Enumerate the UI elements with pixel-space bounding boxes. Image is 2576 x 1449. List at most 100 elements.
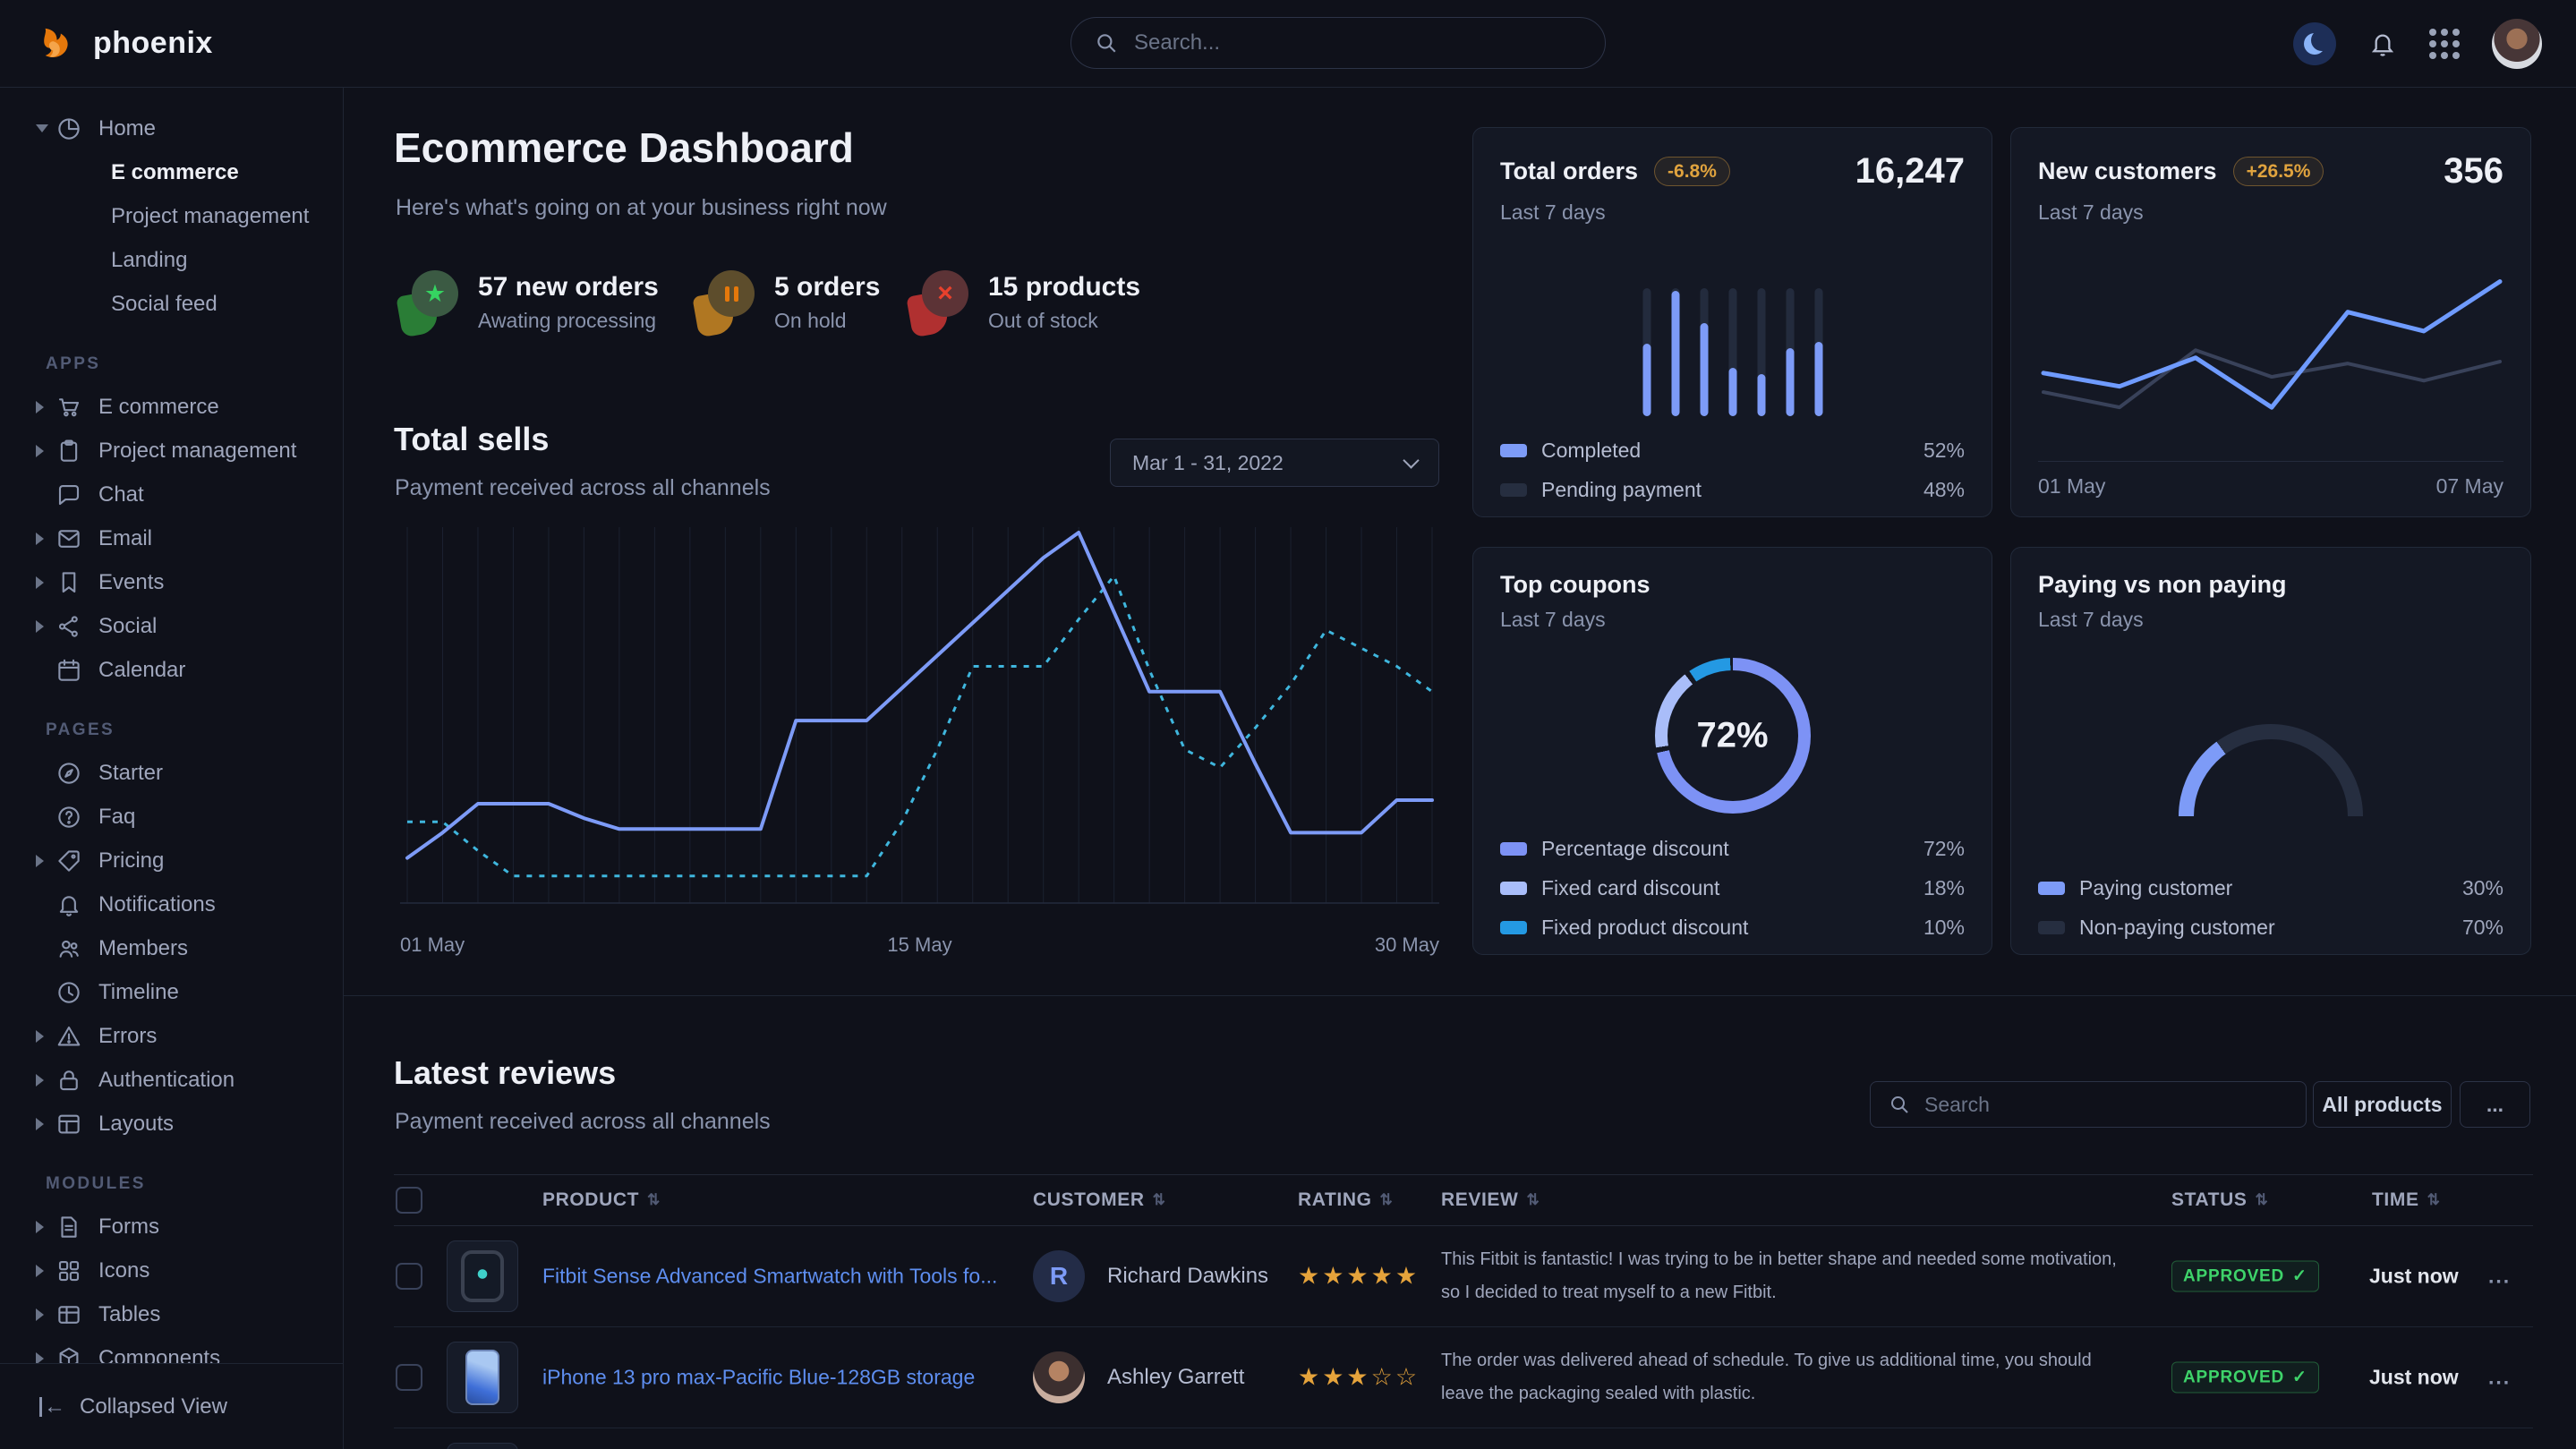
more-options-button[interactable]: ... — [2460, 1081, 2530, 1128]
sidebar-subitem-landing[interactable]: Landing — [0, 238, 343, 282]
brand[interactable]: phoenix — [38, 0, 213, 87]
customer-avatar[interactable] — [1033, 1351, 1085, 1403]
top-coupons-card: Top coupons Last 7 days 72% Percentage d… — [1472, 547, 1992, 955]
caret-right-icon — [36, 1352, 44, 1364]
sidebar-item-label: Layouts — [98, 1112, 174, 1137]
legend-row: Fixed card discount18% — [1500, 868, 1965, 908]
card-value: 16,247 — [1855, 151, 1965, 192]
legend-value: 18% — [1923, 876, 1965, 900]
card-period: Last 7 days — [2038, 608, 2503, 632]
row-checkbox[interactable] — [396, 1263, 422, 1290]
column-customer[interactable]: CUSTOMER⇅ — [1033, 1175, 1165, 1225]
sidebar-item-pricing[interactable]: Pricing — [0, 839, 343, 882]
sidebar-item-chat[interactable]: Chat — [0, 473, 343, 516]
sidebar-item-email[interactable]: Email — [0, 516, 343, 560]
sidebar-section-label: APPS — [46, 354, 343, 374]
collapse-sidebar-button[interactable]: ← Collapsed View — [0, 1363, 343, 1449]
total-sells-chart — [400, 524, 1439, 926]
apps-grid-button[interactable] — [2429, 29, 2460, 59]
caret-right-icon — [36, 401, 44, 413]
sidebar-item-label: Home — [98, 116, 156, 141]
x-icon: × — [909, 270, 968, 335]
column-product[interactable]: PRODUCT⇅ — [542, 1175, 661, 1225]
x-tick: 30 May — [1375, 933, 1439, 957]
reviews-search[interactable] — [1870, 1081, 2307, 1128]
file-icon — [55, 1214, 82, 1240]
sidebar-item-e-commerce[interactable]: E commerce — [0, 385, 343, 429]
sidebar-subitem-project-management[interactable]: Project management — [0, 194, 343, 238]
reviews-search-input[interactable] — [1923, 1092, 2288, 1118]
coupons-legend: Percentage discount72%Fixed card discoun… — [1500, 829, 1965, 947]
caret-right-icon — [36, 1265, 44, 1277]
sidebar-item-forms[interactable]: Forms — [0, 1205, 343, 1249]
sidebar-subitem-e-commerce[interactable]: E commerce — [0, 150, 343, 194]
sidebar-item-calendar[interactable]: Calendar — [0, 648, 343, 692]
envelope-icon — [55, 525, 82, 552]
legend-label: Non-paying customer — [2079, 916, 2275, 940]
sidebar-subitem-social-feed[interactable]: Social feed — [0, 282, 343, 326]
sidebar-item-faq[interactable]: Faq — [0, 795, 343, 839]
sidebar-item-timeline[interactable]: Timeline — [0, 970, 343, 1014]
sidebar-item-label: Starter — [98, 761, 163, 786]
search-input[interactable] — [1132, 30, 1582, 56]
orders-legend: Completed52%Pending payment48% — [1500, 430, 1965, 509]
section-divider — [343, 995, 2576, 996]
theme-toggle-button[interactable] — [2293, 22, 2336, 65]
customer-name: Ashley Garrett — [1107, 1365, 1244, 1390]
sidebar-item-project-management[interactable]: Project management — [0, 429, 343, 473]
date-range-select[interactable]: Mar 1 - 31, 2022 — [1110, 439, 1439, 487]
customer-avatar[interactable]: R — [1033, 1250, 1085, 1302]
row-checkbox[interactable] — [396, 1364, 422, 1391]
clipboard-icon — [55, 438, 82, 465]
sidebar-item-home[interactable]: Home — [0, 107, 343, 150]
legend-swatch — [2038, 882, 2065, 895]
row-more-button[interactable]: ... — [2488, 1265, 2511, 1289]
sidebar-item-errors[interactable]: Errors — [0, 1014, 343, 1058]
sidebar-item-label: Forms — [98, 1215, 159, 1240]
global-search[interactable] — [1070, 17, 1606, 69]
row-more-button[interactable]: ... — [2488, 1366, 2511, 1390]
product-image[interactable] — [447, 1342, 518, 1413]
phoenix-logo-icon — [38, 23, 79, 64]
notifications-button[interactable] — [2368, 30, 2397, 58]
product-image — [447, 1443, 518, 1449]
column-time[interactable]: TIME⇅ — [2372, 1175, 2440, 1225]
column-rating[interactable]: RATING⇅ — [1298, 1175, 1393, 1225]
sidebar-item-layouts[interactable]: Layouts — [0, 1102, 343, 1146]
bookmark-icon — [55, 569, 82, 596]
sidebar-item-starter[interactable]: Starter — [0, 751, 343, 795]
sidebar-item-social[interactable]: Social — [0, 604, 343, 648]
select-all-checkbox[interactable] — [396, 1187, 422, 1214]
user-avatar[interactable] — [2492, 19, 2542, 69]
product-link[interactable]: Fitbit Sense Advanced Smartwatch with To… — [542, 1265, 997, 1289]
legend-row: Paying customer30% — [2038, 868, 2503, 908]
sidebar-item-tables[interactable]: Tables — [0, 1292, 343, 1336]
lock-icon — [55, 1067, 82, 1094]
rating-stars: ★★★☆☆ — [1298, 1364, 1420, 1392]
card-title: Paying vs non paying — [2038, 571, 2287, 599]
sidebar-item-components[interactable]: Components — [0, 1336, 343, 1363]
product-link[interactable]: iPhone 13 pro max-Pacific Blue-128GB sto… — [542, 1366, 975, 1390]
all-products-button[interactable]: All products — [2313, 1081, 2452, 1128]
sidebar-item-icons[interactable]: Icons — [0, 1249, 343, 1292]
x-tick: 07 May — [2436, 474, 2503, 499]
product-image[interactable] — [447, 1240, 518, 1312]
review-text: The order was delivered ahead of schedul… — [1441, 1344, 2136, 1411]
stat-out-of-stock: × 15 products Out of stock — [909, 270, 1140, 335]
legend-swatch — [1500, 444, 1527, 457]
legend-value: 48% — [1923, 478, 1965, 502]
order-bar — [1757, 288, 1765, 416]
sidebar-item-notifications[interactable]: Notifications — [0, 882, 343, 926]
new-customers-chart — [2038, 253, 2503, 455]
legend-label: Fixed product discount — [1541, 916, 1748, 940]
status-badge: APPROVED✓ — [2171, 1261, 2319, 1292]
column-review[interactable]: REVIEW⇅ — [1441, 1175, 1540, 1225]
total-sells-title: Total sells — [394, 421, 549, 458]
sidebar-item-members[interactable]: Members — [0, 926, 343, 970]
pause-icon — [695, 270, 755, 335]
calendar-icon — [55, 657, 82, 684]
column-status[interactable]: STATUS⇅ — [2171, 1175, 2268, 1225]
caret-right-icon — [36, 620, 44, 633]
sidebar-item-authentication[interactable]: Authentication — [0, 1058, 343, 1102]
sidebar-item-events[interactable]: Events — [0, 560, 343, 604]
